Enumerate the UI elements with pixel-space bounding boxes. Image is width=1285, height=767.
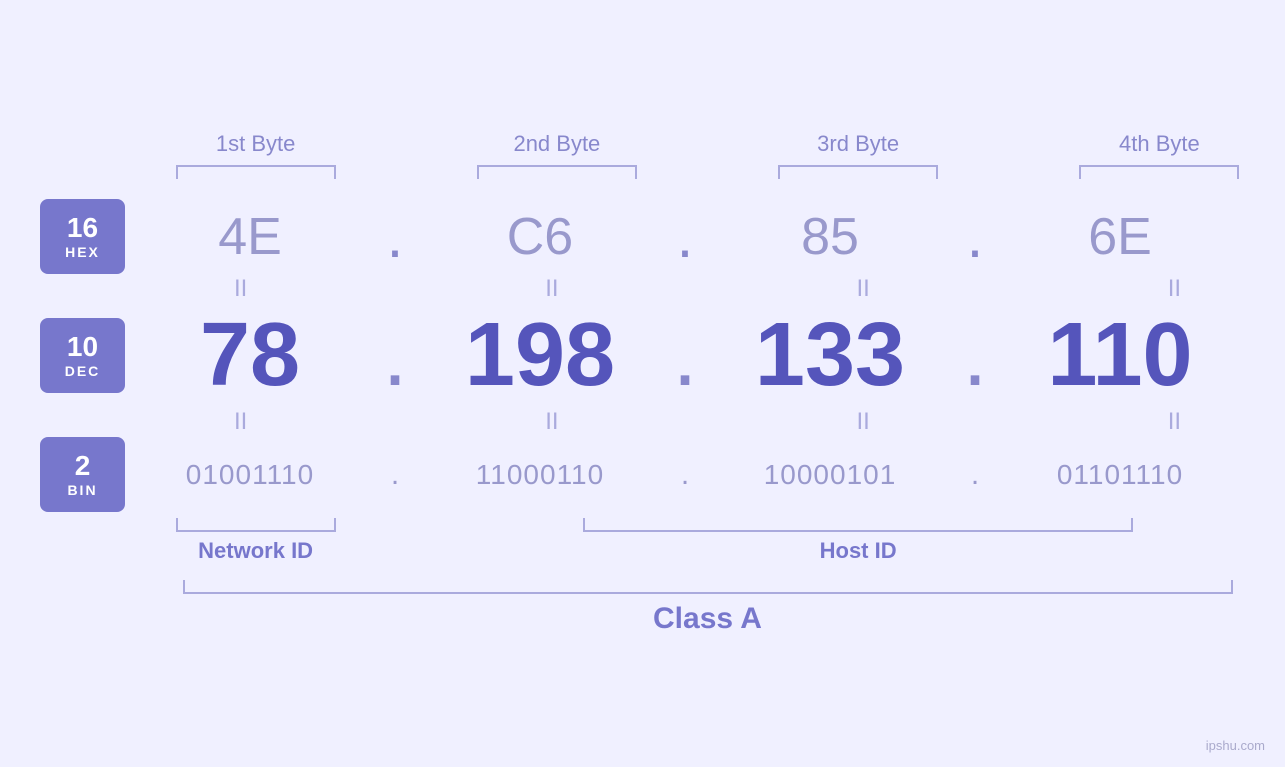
eq2-b2: II [416, 408, 687, 436]
dec-dot2: . [665, 304, 705, 407]
bracket-cell-3 [708, 165, 1009, 179]
network-id-label: Network ID [105, 538, 406, 564]
bin-number: 2 [75, 452, 91, 480]
eq2-b3: II [728, 408, 999, 436]
dec-b1: 78 [125, 304, 375, 407]
bin-b3: 10000101 [705, 459, 955, 491]
dec-b4: 110 [995, 304, 1245, 407]
watermark: ipshu.com [1206, 738, 1265, 753]
hex-dot1: . [375, 202, 415, 271]
dec-values: 78 . 198 . 133 . 110 [125, 304, 1245, 407]
eq1-b3: II [728, 275, 999, 303]
bracket-top-2 [477, 165, 637, 179]
bracket-bottom-class [183, 580, 1233, 594]
bracket-cell-4 [1009, 165, 1285, 179]
hex-b2: C6 [415, 207, 665, 267]
top-brackets [105, 165, 1285, 179]
bin-b1: 01001110 [125, 459, 375, 491]
equals-row-2: II II II II [105, 407, 1285, 437]
hex-dot2: . [665, 202, 705, 271]
eq2-b4: II [1039, 408, 1285, 436]
bin-row: 2 BIN 01001110 . 11000110 . 10000101 . [40, 437, 1245, 512]
main-container: 1st Byte 2nd Byte 3rd Byte 4th Byte 16 H… [0, 0, 1285, 767]
bin-b4: 01101110 [995, 459, 1245, 491]
eq1-b4: II [1039, 275, 1285, 303]
hex-badge: 16 HEX [40, 199, 125, 274]
bracket-bottom-host [583, 518, 1133, 532]
byte4-header: 4th Byte [1009, 131, 1285, 157]
byte1-header: 1st Byte [105, 131, 406, 157]
bracket-top-1 [176, 165, 336, 179]
byte-headers: 1st Byte 2nd Byte 3rd Byte 4th Byte [105, 131, 1285, 157]
host-id-label: Host ID [406, 538, 1285, 564]
eq1-b2: II [416, 275, 687, 303]
dec-b3: 133 [705, 304, 955, 407]
hex-number: 16 [67, 214, 98, 242]
dec-label: DEC [65, 363, 101, 379]
byte3-header: 3rd Byte [708, 131, 1009, 157]
bracket-cell-1 [105, 165, 406, 179]
labels-row: Network ID Host ID [105, 538, 1285, 564]
eq1-b1: II [105, 275, 376, 303]
bracket-top-3 [778, 165, 938, 179]
bottom-brackets [105, 518, 1285, 532]
bracket-top-4 [1079, 165, 1239, 179]
dec-number: 10 [67, 333, 98, 361]
dec-b2: 198 [415, 304, 665, 407]
bin-values: 01001110 . 11000110 . 10000101 . 0110111… [125, 458, 1245, 492]
bin-badge: 2 BIN [40, 437, 125, 512]
dec-row: 10 DEC 78 . 198 . 133 . 110 [40, 304, 1245, 407]
hex-dot3: . [955, 202, 995, 271]
bin-b2: 11000110 [415, 459, 665, 491]
bin-dot3: . [955, 458, 995, 492]
eq2-b1: II [105, 408, 376, 436]
hex-b1: 4E [125, 207, 375, 267]
bin-label: BIN [67, 482, 97, 498]
bin-dot2: . [665, 458, 705, 492]
hex-row: 16 HEX 4E . C6 . 85 . 6E [40, 199, 1245, 274]
network-bracket-wrap [105, 518, 406, 532]
equals-row-1: II II II II [105, 274, 1285, 304]
hex-b4: 6E [995, 207, 1245, 267]
byte2-header: 2nd Byte [406, 131, 707, 157]
dec-dot1: . [375, 304, 415, 407]
dec-dot3: . [955, 304, 995, 407]
host-bracket-wrap [406, 518, 1285, 532]
class-bracket-wrap [105, 580, 1285, 594]
dec-badge: 10 DEC [40, 318, 125, 393]
bracket-cell-2 [406, 165, 707, 179]
hex-values: 4E . C6 . 85 . 6E [125, 202, 1245, 271]
hex-b3: 85 [705, 207, 955, 267]
bracket-bottom-network [176, 518, 336, 532]
class-label: Class A [170, 602, 1245, 636]
bin-dot1: . [375, 458, 415, 492]
hex-label: HEX [65, 244, 100, 260]
